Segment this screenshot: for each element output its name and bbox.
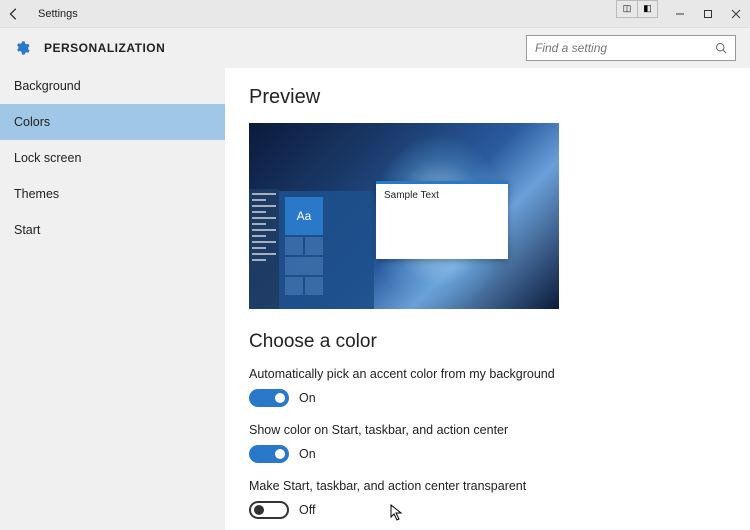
search-icon <box>715 42 727 54</box>
sidebar-item-lock-screen[interactable]: Lock screen <box>0 140 225 176</box>
option-label-show-color: Show color on Start, taskbar, and action… <box>249 423 726 437</box>
toggle-knob <box>275 449 285 459</box>
toggle-state-auto-accent: On <box>299 391 316 405</box>
sidebar-item-label: Lock screen <box>14 151 81 165</box>
sidebar-item-background[interactable]: Background <box>0 68 225 104</box>
choose-color-heading: Choose a color <box>249 331 726 353</box>
content: Preview Aa Sample Text Choose a color <box>225 68 750 530</box>
mode-button-b[interactable]: ◧ <box>637 1 657 17</box>
preview-taskbar <box>249 189 279 309</box>
sidebar-item-colors[interactable]: Colors <box>0 104 225 140</box>
sidebar-item-label: Background <box>14 79 81 93</box>
window-controls: ◫ ◧ <box>616 0 750 28</box>
sidebar-item-start[interactable]: Start <box>0 212 225 248</box>
preview-tile: Aa <box>285 197 323 235</box>
option-label-auto-accent: Automatically pick an accent color from … <box>249 367 726 381</box>
toggle-state-show-color: On <box>299 447 316 461</box>
mode-button-a[interactable]: ◫ <box>617 1 637 17</box>
toggle-state-transparent: Off <box>299 503 315 517</box>
preview-heading: Preview <box>249 86 726 109</box>
preview-sample-window: Sample Text <box>376 181 508 259</box>
preview-image: Aa Sample Text <box>249 123 559 309</box>
toggle-transparent[interactable] <box>249 501 289 519</box>
titlebar: Settings ◫ ◧ <box>0 0 750 28</box>
sidebar: Background Colors Lock screen Themes Sta… <box>0 68 225 530</box>
toggle-auto-accent[interactable] <box>249 389 289 407</box>
gear-icon <box>14 40 30 56</box>
close-icon <box>731 9 741 19</box>
toggle-knob <box>275 393 285 403</box>
option-label-transparent: Make Start, taskbar, and action center t… <box>249 479 726 493</box>
section-title: PERSONALIZATION <box>44 41 165 55</box>
search-box[interactable] <box>526 35 736 61</box>
toggle-knob <box>254 505 264 515</box>
toggle-show-color[interactable] <box>249 445 289 463</box>
tablet-controls: ◫ ◧ <box>616 0 658 18</box>
sidebar-item-themes[interactable]: Themes <box>0 176 225 212</box>
header: PERSONALIZATION <box>0 28 750 68</box>
maximize-icon <box>703 9 713 19</box>
sample-window-text: Sample Text <box>384 190 439 201</box>
search-input[interactable] <box>535 41 715 55</box>
minimize-button[interactable] <box>666 0 694 28</box>
sidebar-item-label: Start <box>14 223 40 237</box>
sidebar-item-label: Colors <box>14 115 50 129</box>
close-button[interactable] <box>722 0 750 28</box>
preview-start-menu: Aa <box>279 191 374 309</box>
sidebar-item-label: Themes <box>14 187 59 201</box>
maximize-button[interactable] <box>694 0 722 28</box>
minimize-icon <box>675 9 685 19</box>
window-title: Settings <box>38 8 78 20</box>
back-button[interactable] <box>0 0 28 28</box>
back-arrow-icon <box>7 7 21 21</box>
